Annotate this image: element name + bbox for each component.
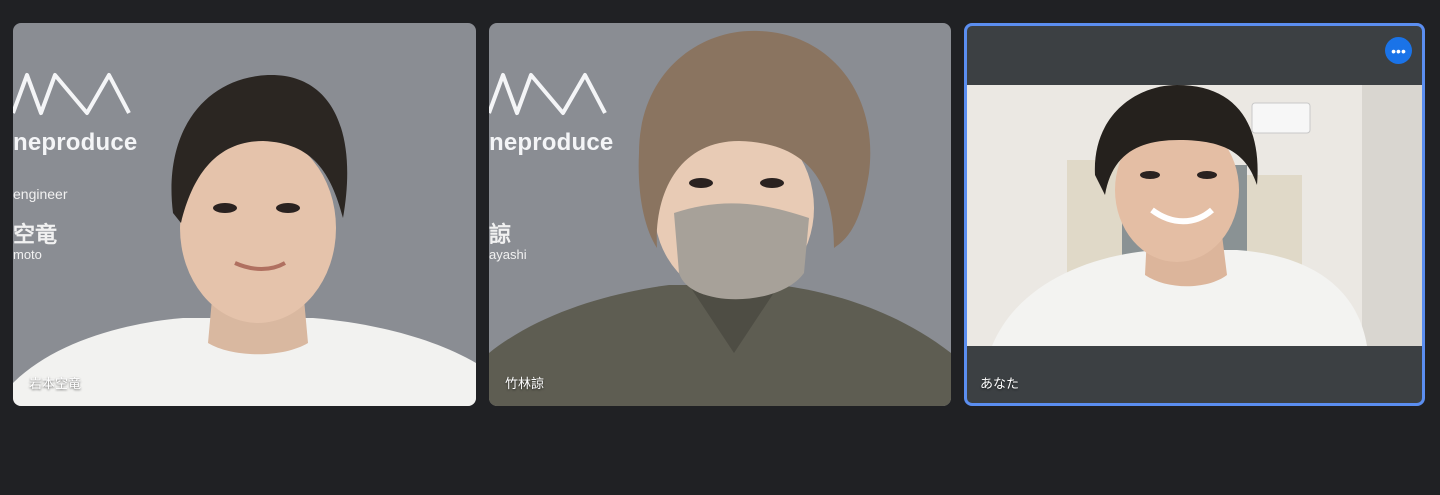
participant-tile-2[interactable]: neproduce 諒 ayashi 竹林諒 [489,23,951,406]
participant-name-label: 竹林諒 [505,376,545,391]
participant-tile-1[interactable]: neproduce engineer 空竜 moto 岩本空竜 [13,23,476,406]
self-video [967,85,1422,346]
participant-video-2 [489,30,951,406]
more-options-button[interactable]: ••• [1385,37,1412,64]
participant-name-label: 岩本空竜 [29,376,82,391]
participant-tile-self[interactable]: ••• あなた [964,23,1425,406]
video-grid: neproduce engineer 空竜 moto 岩本空竜 neproduc… [0,0,1440,495]
participant-name-label: あなた [980,376,1020,391]
participant-video-1 [13,74,476,406]
self-camera-view [967,85,1422,346]
more-horizontal-icon: ••• [1391,42,1406,59]
